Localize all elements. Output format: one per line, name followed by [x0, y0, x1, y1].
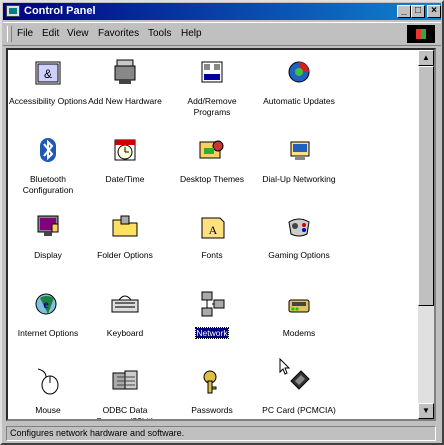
- scroll-thumb[interactable]: [418, 66, 434, 306]
- item-label[interactable]: Accessibility Options: [9, 96, 87, 106]
- control-panel-item-fonts[interactable]: A Fonts: [173, 210, 251, 261]
- menu-edit[interactable]: Edit: [42, 28, 59, 39]
- control-panel-icon[interactable]: [6, 5, 20, 17]
- control-panel-item-internet-options[interactable]: e Internet Options: [9, 288, 87, 339]
- icon-view: & Accessibility Options Add New Hardware Ad…: [6, 48, 436, 421]
- item-label[interactable]: Modems: [283, 328, 316, 338]
- control-panel-item-gaming-options[interactable]: Gaming Options: [260, 210, 338, 261]
- control-panel-window: Control Panel _ □ × File Edit View Favor…: [0, 0, 444, 445]
- control-panel-item-display[interactable]: Display: [9, 210, 87, 261]
- bluetooth-icon[interactable]: [32, 134, 64, 166]
- minimize-button[interactable]: _: [397, 5, 411, 18]
- item-label[interactable]: ODBC Data Sources (32bit): [96, 405, 154, 419]
- control-panel-item-folder-options[interactable]: Folder Options: [86, 210, 164, 261]
- item-label[interactable]: Folder Options: [97, 250, 153, 260]
- item-label[interactable]: Automatic Updates: [263, 96, 335, 106]
- item-label[interactable]: Internet Options: [18, 328, 78, 338]
- item-label[interactable]: Fonts: [201, 250, 222, 260]
- scroll-up-button[interactable]: ▲: [418, 50, 434, 66]
- add-hardware-icon[interactable]: [109, 56, 141, 88]
- accessibility-icon[interactable]: &: [32, 56, 64, 88]
- item-label[interactable]: Mouse: [35, 405, 61, 415]
- desktop-themes-icon[interactable]: [196, 134, 228, 166]
- control-panel-item-add-hardware[interactable]: Add New Hardware: [86, 56, 164, 107]
- item-label[interactable]: Add New Hardware: [88, 96, 162, 106]
- keyboard-icon[interactable]: [109, 288, 141, 320]
- svg-text:&: &: [44, 67, 52, 81]
- control-panel-item-bluetooth[interactable]: Bluetooth Configuration: [9, 134, 87, 196]
- control-panel-item-date-time[interactable]: Date/Time: [86, 134, 164, 185]
- control-panel-item-odbc[interactable]: ODBC Data Sources (32bit): [86, 365, 164, 419]
- scroll-down-button[interactable]: ▼: [418, 403, 434, 419]
- control-panel-item-desktop-themes[interactable]: Desktop Themes: [173, 134, 251, 185]
- maximize-button[interactable]: □: [411, 5, 425, 18]
- passwords-icon[interactable]: [196, 365, 228, 397]
- item-label[interactable]: Desktop Themes: [180, 174, 244, 184]
- folder-options-icon[interactable]: [109, 210, 141, 242]
- control-panel-item-network[interactable]: Network: [173, 288, 251, 339]
- modems-icon[interactable]: [283, 288, 315, 320]
- menu-help[interactable]: Help: [181, 28, 202, 39]
- vertical-scrollbar[interactable]: ▲ ▼: [418, 50, 434, 419]
- item-label[interactable]: Bluetooth Configuration: [23, 174, 74, 195]
- control-panel-item-accessibility[interactable]: & Accessibility Options: [9, 56, 87, 107]
- control-panel-item-automatic-updates[interactable]: Automatic Updates: [260, 56, 338, 107]
- item-label[interactable]: Display: [34, 250, 62, 260]
- menu-tools[interactable]: Tools: [148, 28, 171, 39]
- control-panel-item-dialup-networking[interactable]: Dial-Up Networking: [260, 134, 338, 185]
- item-label[interactable]: PC Card (PCMCIA): [262, 405, 336, 415]
- title-bar[interactable]: Control Panel _ □ ×: [3, 3, 441, 20]
- mouse-icon[interactable]: [32, 365, 64, 397]
- control-panel-item-keyboard[interactable]: Keyboard: [86, 288, 164, 339]
- control-panel-item-add-remove-programs[interactable]: Add/Remove Programs: [173, 56, 251, 118]
- dialup-networking-icon[interactable]: [283, 134, 315, 166]
- menu-bar: File Edit View Favorites Tools Help: [3, 22, 441, 46]
- control-panel-item-pc-card[interactable]: PC Card (PCMCIA): [260, 365, 338, 416]
- menu-view[interactable]: View: [67, 28, 89, 39]
- date-time-icon[interactable]: [109, 134, 141, 166]
- item-label[interactable]: Passwords: [191, 405, 233, 415]
- odbc-icon[interactable]: [109, 365, 141, 397]
- display-icon[interactable]: [32, 210, 64, 242]
- mouse-cursor-icon: [279, 358, 291, 375]
- status-bar: Configures network hardware and software…: [6, 426, 436, 441]
- item-label[interactable]: Add/Remove Programs: [187, 96, 236, 117]
- network-icon[interactable]: [196, 288, 228, 320]
- svg-text:A: A: [209, 223, 218, 237]
- item-label[interactable]: Keyboard: [107, 328, 143, 338]
- control-panel-item-mouse[interactable]: Mouse: [9, 365, 87, 416]
- svg-text:e: e: [43, 297, 49, 311]
- automatic-updates-icon[interactable]: [283, 56, 315, 88]
- add-remove-programs-icon[interactable]: [196, 56, 228, 88]
- control-panel-item-passwords[interactable]: Passwords: [173, 365, 251, 416]
- gaming-options-icon[interactable]: [283, 210, 315, 242]
- control-panel-item-modems[interactable]: Modems: [260, 288, 338, 339]
- item-label[interactable]: Dial-Up Networking: [262, 174, 335, 184]
- window-title: Control Panel: [24, 5, 96, 17]
- menu-favorites[interactable]: Favorites: [98, 28, 139, 39]
- internet-options-icon[interactable]: e: [32, 288, 64, 320]
- fonts-icon[interactable]: A: [196, 210, 228, 242]
- item-label[interactable]: Date/Time: [106, 174, 145, 184]
- toolbar-grip[interactable]: [7, 26, 12, 42]
- windows-logo-icon: [407, 25, 435, 43]
- close-button[interactable]: ×: [427, 5, 441, 18]
- item-label[interactable]: Gaming Options: [268, 250, 329, 260]
- menu-file[interactable]: File: [17, 28, 33, 39]
- item-label[interactable]: Network: [195, 327, 229, 339]
